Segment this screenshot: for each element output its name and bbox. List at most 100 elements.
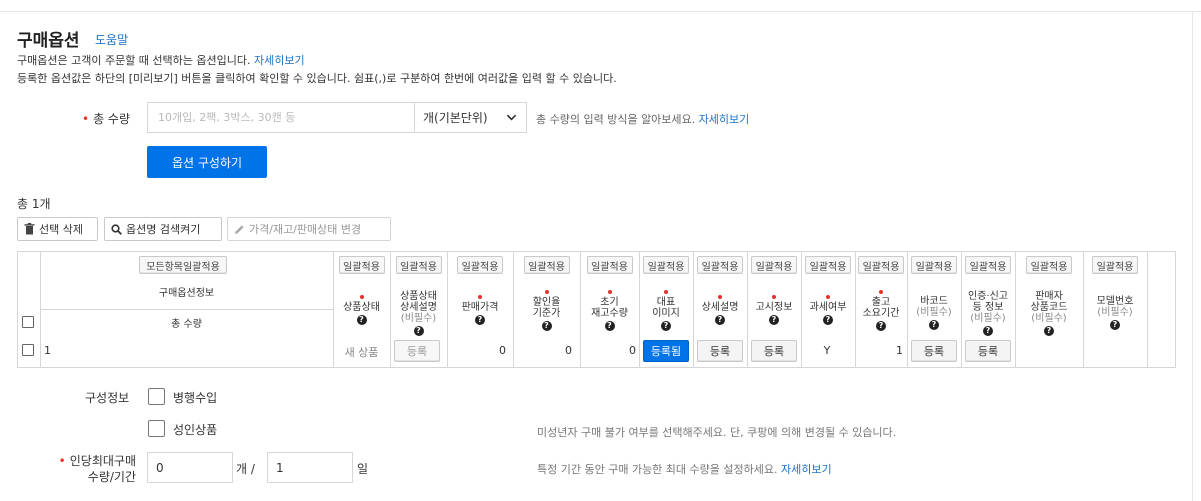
column-apply-button[interactable]: 일괄적용 bbox=[523, 256, 570, 274]
column-header-label: 상세설명 bbox=[400, 302, 437, 313]
max-purchase-more-link[interactable]: 자세히보기 bbox=[781, 463, 832, 476]
section-description-2: 등록한 옵션값은 하단의 [미리보기] 버튼을 클릭하여 확인할 수 있습니다.… bbox=[17, 72, 617, 85]
column-apply-button[interactable]: 일괄적용 bbox=[338, 256, 385, 274]
column-apply-button[interactable]: 일괄적용 bbox=[858, 256, 904, 274]
column-header-label: 바코드 bbox=[920, 296, 948, 307]
column-apply-button[interactable]: 일괄적용 bbox=[457, 256, 503, 274]
help-question-icon[interactable]: ? bbox=[929, 320, 939, 330]
help-question-icon[interactable]: ? bbox=[876, 321, 886, 331]
column-apply-button[interactable]: 일괄적용 bbox=[1026, 256, 1072, 274]
column-apply-button[interactable]: 일괄적용 bbox=[643, 256, 689, 274]
column-header-label: 판매자 bbox=[1035, 291, 1063, 302]
bulk-edit-button[interactable]: 가격/재고/판매상태 변경 bbox=[227, 217, 391, 241]
required-dot bbox=[879, 290, 883, 294]
column-header: 상품상태 상세설명 (비필수)? bbox=[390, 285, 447, 336]
adult-product-checkbox[interactable] bbox=[148, 420, 165, 437]
detail-register-button[interactable]: 등록 bbox=[697, 340, 743, 362]
column-header: 과세여부? bbox=[801, 285, 855, 325]
column-header: 고시정보? bbox=[747, 285, 801, 325]
row-tax: Y bbox=[823, 344, 831, 357]
compose-options-button[interactable]: 옵션 구성하기 bbox=[147, 146, 267, 178]
help-question-icon[interactable]: ? bbox=[715, 315, 725, 325]
help-question-icon[interactable]: ? bbox=[475, 315, 485, 325]
option-search-toggle-button[interactable]: 옵션명 검색켜기 bbox=[104, 217, 222, 241]
help-link[interactable]: 도움말 bbox=[95, 31, 128, 48]
row-total-qty: 1 bbox=[44, 344, 51, 357]
delete-selected-button[interactable]: 선택 삭제 bbox=[17, 217, 98, 241]
column-header: 할인율 기준가? bbox=[513, 285, 580, 331]
column-apply-button[interactable]: 일괄적용 bbox=[965, 256, 1011, 274]
column-header-optional: (비필수) bbox=[970, 313, 1006, 324]
notice-register-button[interactable]: 등록 bbox=[751, 340, 797, 362]
barcode-register-button[interactable]: 등록 bbox=[911, 340, 957, 362]
column-header-label: 상품상태 bbox=[400, 291, 437, 302]
column-header: 인증·신고 등 정보 (비필수)? bbox=[961, 285, 1015, 336]
option-count: 총 1개 bbox=[17, 197, 51, 211]
column-header-label: 상세설명 bbox=[701, 302, 739, 313]
row-discount-base: 0 bbox=[565, 344, 572, 357]
column-header-optional: (비필수) bbox=[400, 313, 437, 324]
column-header: 출고 소요기간? bbox=[855, 285, 907, 331]
total-qty-input-wrap bbox=[147, 102, 415, 133]
required-dot bbox=[718, 295, 722, 299]
adult-product-label: 성인상품 bbox=[173, 423, 218, 437]
column-header: 판매가격? bbox=[447, 285, 513, 325]
column-header: 상세설명? bbox=[693, 285, 747, 325]
column-header-label: 상품상태 bbox=[343, 302, 380, 313]
help-question-icon[interactable]: ? bbox=[356, 315, 367, 325]
parallel-import-checkbox[interactable] bbox=[148, 388, 165, 405]
help-question-icon[interactable]: ? bbox=[823, 315, 833, 325]
column-header: 상품상태? bbox=[333, 285, 390, 325]
help-question-icon[interactable]: ? bbox=[661, 321, 671, 331]
description-more-link[interactable]: 자세히보기 bbox=[254, 54, 305, 67]
help-question-icon[interactable]: ? bbox=[983, 326, 993, 336]
row-checkbox[interactable] bbox=[22, 344, 34, 356]
max-days-unit: 일 bbox=[357, 462, 369, 476]
required-dot bbox=[664, 290, 668, 294]
column-divider bbox=[1147, 251, 1148, 368]
required-dot bbox=[359, 295, 364, 299]
adult-product-hint: 미성년자 구매 불가 여부를 선택해주세요. 단, 쿠팡에 의해 변경될 수 있… bbox=[537, 426, 897, 439]
unit-select[interactable]: 개(기본단위) bbox=[414, 102, 527, 133]
column-header-optional: (비필수) bbox=[1031, 313, 1067, 324]
image-registered-button[interactable]: 등록됨 bbox=[643, 340, 689, 362]
help-question-icon[interactable]: ? bbox=[541, 321, 552, 331]
pencil-icon bbox=[235, 224, 244, 234]
max-qty-input[interactable]: 0 bbox=[147, 452, 233, 483]
column-header: 초기 재고수량? bbox=[580, 285, 639, 331]
column-header-optional: (비필수) bbox=[916, 307, 952, 318]
column-header-label: 상품코드 bbox=[1030, 302, 1068, 313]
select-all-checkbox[interactable] bbox=[22, 316, 34, 328]
cert-register-button[interactable]: 등록 bbox=[965, 340, 1011, 362]
help-question-icon[interactable]: ? bbox=[1110, 320, 1120, 330]
column-apply-button[interactable]: 일괄적용 bbox=[697, 256, 743, 274]
column-apply-button[interactable]: 일괄적용 bbox=[586, 256, 633, 274]
row-stock: 0 bbox=[629, 344, 636, 357]
total-qty-more-link[interactable]: 자세히보기 bbox=[699, 113, 750, 126]
column-header: 대표 이미지? bbox=[639, 285, 693, 331]
help-question-icon[interactable]: ? bbox=[769, 315, 779, 325]
max-days-input[interactable]: 1 bbox=[267, 452, 353, 483]
column-apply-button[interactable]: 일괄적용 bbox=[1092, 256, 1138, 274]
total-qty-input[interactable] bbox=[148, 103, 415, 132]
apply-all-button[interactable]: 모든항목일괄적용 bbox=[139, 256, 227, 274]
max-purchase-label: • 인당최대구매 수량/기간 bbox=[58, 454, 136, 484]
column-apply-button[interactable]: 일괄적용 bbox=[805, 256, 851, 274]
column-header-label: 이미지 bbox=[652, 308, 680, 319]
help-question-icon[interactable]: ? bbox=[1044, 326, 1054, 336]
column-header-label: 판매가격 bbox=[461, 302, 499, 313]
section-description: 구매옵션은 고객이 주문할 때 선택하는 옵션입니다. 자세히보기 bbox=[17, 52, 305, 68]
help-question-icon[interactable]: ? bbox=[413, 326, 424, 336]
chevron-down-icon bbox=[506, 114, 517, 121]
column-apply-button[interactable]: 일괄적용 bbox=[911, 256, 957, 274]
column-apply-button[interactable]: 일괄적용 bbox=[395, 256, 442, 274]
row-lead-time: 1 bbox=[896, 344, 903, 357]
column-header-label: 고시정보 bbox=[755, 302, 793, 313]
row-product-status: 새 상품 bbox=[344, 346, 379, 359]
column-header-label: 출고 bbox=[871, 297, 891, 308]
help-question-icon[interactable]: ? bbox=[604, 321, 615, 331]
status-desc-register-button[interactable]: 등록 bbox=[394, 340, 440, 362]
column-apply-button[interactable]: 일괄적용 bbox=[751, 256, 797, 274]
unit-select-value: 개(기본단위) bbox=[423, 111, 488, 125]
required-dot: • bbox=[82, 112, 90, 126]
